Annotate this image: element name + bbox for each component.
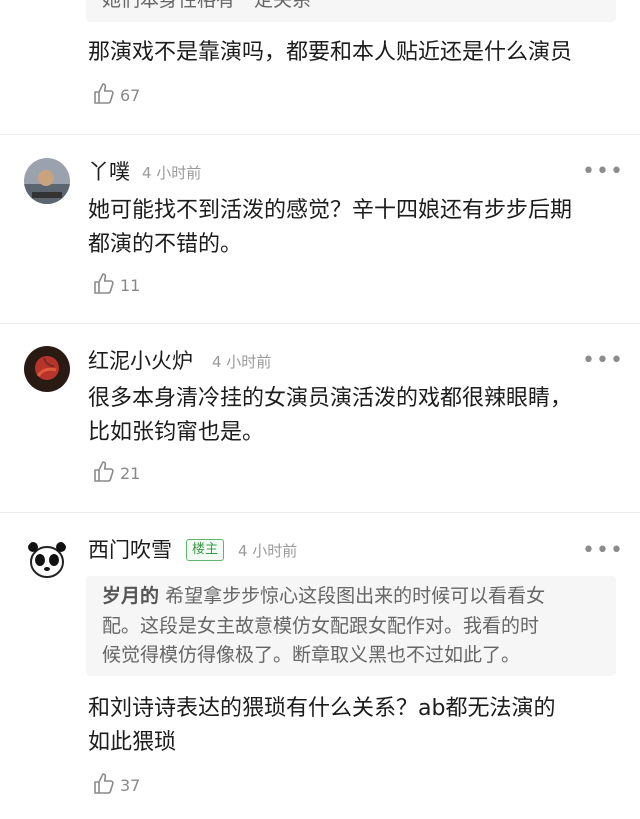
comment-content: 很多本身清冷挂的女演员演活泼的戏都很辣眼睛， [88, 386, 573, 411]
author-name[interactable]: 红泥小火炉 [88, 347, 193, 375]
quote-box: 她们本身性格有一定关系 [86, 0, 616, 22]
like-count: 21 [120, 464, 141, 483]
thumbs-up-icon [94, 461, 114, 482]
comment-content: 那演戏不是靠演吗，都要和本人贴近还是什么演员 [88, 40, 573, 65]
quote-text: 配。这段是女主故意模仿女配跟女配作对。我看的时 [102, 615, 540, 637]
avatar[interactable] [24, 346, 70, 392]
comment-content: 如此猥琐 [88, 730, 177, 755]
avatar[interactable] [24, 536, 70, 582]
thumbs-up-icon [94, 773, 114, 794]
more-dots-icon[interactable]: ••• [582, 161, 624, 183]
like-button[interactable]: 11 [92, 272, 162, 298]
timestamp: 4 小时前 [212, 353, 272, 371]
quote-text: 候觉得模仿得像极了。断章取义黑也不过如此了。 [102, 644, 521, 666]
op-badge: 楼主 [186, 539, 225, 561]
timestamp: 4 小时前 [238, 542, 298, 560]
timestamp: 4 小时前 [142, 164, 202, 182]
like-count: 37 [120, 776, 141, 795]
thumbs-up-icon [94, 83, 114, 104]
divider [0, 134, 640, 135]
author-name[interactable]: 丫噗 [88, 158, 130, 186]
quote-text: 她们本身性格有一定关系 [102, 0, 312, 11]
author-name[interactable]: 西门吹雪 [88, 536, 172, 564]
more-dots-icon[interactable]: ••• [582, 540, 624, 562]
like-button[interactable]: 21 [92, 460, 162, 486]
like-button[interactable]: 67 [92, 82, 162, 108]
avatar[interactable] [24, 158, 70, 204]
avatar-image [24, 158, 70, 204]
divider [0, 323, 640, 324]
comment-content: 比如张钧甯也是。 [88, 420, 265, 445]
avatar-image [24, 536, 70, 582]
comment-content: 和刘诗诗表达的猥琐有什么关系？ab都无法演的 [88, 696, 556, 721]
thumbs-up-icon [94, 273, 114, 294]
quote-author[interactable]: 岁月的 [102, 585, 159, 607]
like-count: 11 [120, 276, 141, 295]
like-count: 67 [120, 86, 141, 105]
like-button[interactable]: 37 [92, 772, 162, 798]
comment-content: 她可能找不到活泼的感觉？辛十四娘还有步步后期 [88, 198, 573, 223]
quote-box: 岁月的 希望拿步步惊心这段图出来的时候可以看看女 配。这段是女主故意模仿女配跟女… [86, 576, 616, 676]
more-dots-icon[interactable]: ••• [582, 350, 624, 372]
quote-text: 希望拿步步惊心这段图出来的时候可以看看女 [165, 585, 546, 607]
comment-content: 都演的不错的。 [88, 232, 243, 257]
avatar-image [24, 346, 70, 392]
quote-line: 岁月的 希望拿步步惊心这段图出来的时候可以看看女 [102, 582, 545, 611]
divider [0, 512, 640, 513]
